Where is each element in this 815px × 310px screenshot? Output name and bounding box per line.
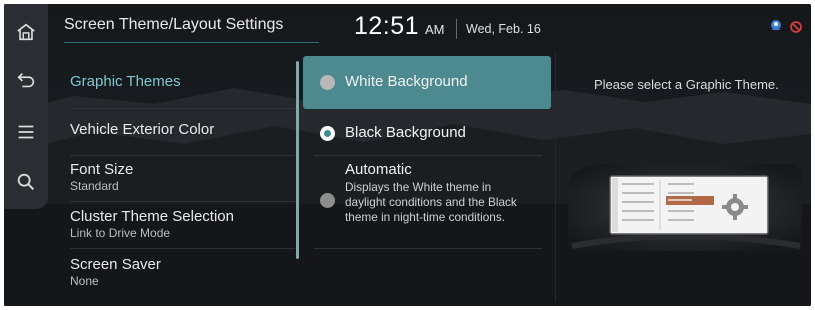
option-description: Displays the White theme in daylight con… [345,180,517,224]
menu-item-label: Cluster Theme Selection [70,208,234,225]
option-divider [314,248,542,249]
menu-item-label: Graphic Themes [70,73,181,90]
menu-divider [70,108,295,109]
back-icon [17,72,35,88]
infotainment-screen: Screen Theme/Layout Settings 12:51 AM We… [4,4,811,306]
search-icon [17,173,35,191]
selection-prompt: Please select a Graphic Theme. [594,77,779,92]
search-button[interactable] [4,162,48,202]
menu-item-value: None [70,274,99,288]
option-divider [314,155,542,156]
menu-button[interactable] [4,112,48,152]
menu-scrollbar[interactable] [296,61,299,259]
clock-ampm: AM [425,22,445,37]
menu-item-label: Screen Saver [70,256,161,273]
header-separator [456,19,457,39]
column-divider [555,52,556,302]
option-label: Black Background [345,124,466,141]
menu-item-label: Vehicle Exterior Color [70,121,215,138]
option-white-background[interactable]: White Background [303,56,551,109]
menu-item-value: Standard [70,179,119,193]
back-button[interactable] [4,60,48,100]
home-button[interactable] [4,12,48,52]
clock-time: 12:51 [354,12,420,40]
menu-item-label: Font Size [70,161,134,178]
menu-divider [70,248,295,249]
voice-recognition-icon [771,20,781,30]
radio-button[interactable] [320,126,335,141]
menu-item-value: Link to Drive Mode [70,226,171,240]
option-label: White Background [345,73,468,90]
menu-item-cluster-theme-selection[interactable]: Cluster Theme Selection Link to Drive Mo… [70,208,295,240]
page-title: Screen Theme/Layout Settings [64,16,284,33]
radio-button[interactable] [320,193,335,208]
menu-item-vehicle-exterior-color[interactable]: Vehicle Exterior Color [70,121,295,138]
menu-divider [70,201,295,202]
menu-item-graphic-themes[interactable]: Graphic Themes [70,73,295,90]
date-label: Wed, Feb. 16 [466,22,541,36]
home-icon [17,23,35,41]
option-label: Automatic [345,161,412,178]
radio-button[interactable] [320,75,335,90]
menu-item-font-size[interactable]: Font Size Standard [70,161,295,193]
option-automatic[interactable]: Automatic Displays the White theme in da… [303,158,551,248]
menu-item-screen-saver[interactable]: Screen Saver None [70,256,295,288]
mute-icon [790,21,802,33]
title-underline [64,42,319,43]
side-rail [4,4,48,209]
status-icons [771,20,802,33]
menu-icon [18,125,34,139]
option-black-background[interactable]: Black Background [303,111,551,151]
theme-preview-image [568,164,802,251]
menu-divider [70,155,295,156]
